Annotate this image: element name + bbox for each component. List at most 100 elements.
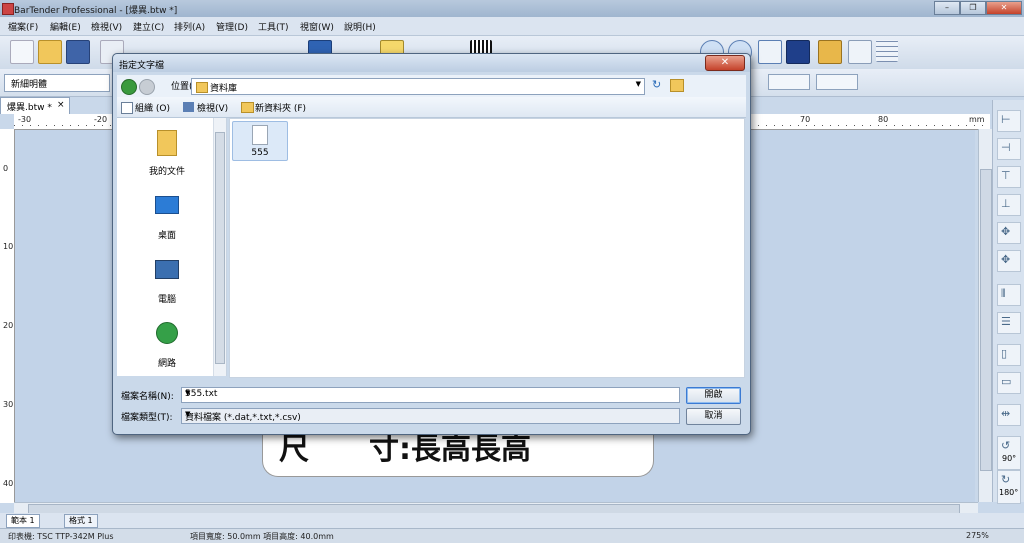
dialog-close-button[interactable]: ✕ bbox=[705, 55, 745, 71]
distribute-horizontal-icon[interactable]: ⫴ bbox=[997, 284, 1021, 306]
dialog-nav-bar: 位置(L): 資料庫 ▼ ↻ bbox=[117, 75, 746, 97]
menu-file[interactable]: 檔案(F) bbox=[8, 20, 38, 33]
window-title: BarTender Professional - [爆異.btw *] bbox=[14, 6, 178, 16]
new-folder-icon bbox=[241, 102, 254, 113]
menu-help[interactable]: 說明(H) bbox=[344, 20, 376, 33]
distribute-vertical-icon[interactable]: ☰ bbox=[997, 312, 1021, 334]
save-icon[interactable] bbox=[66, 40, 90, 64]
rotate-180-label: 180° bbox=[999, 488, 1019, 497]
filename-input[interactable]: 555.txt ▼ bbox=[181, 387, 680, 403]
align-top-icon[interactable]: ⊤ bbox=[997, 166, 1021, 188]
font-name: 新細明體 bbox=[11, 80, 48, 90]
ruler-icon[interactable] bbox=[818, 40, 842, 64]
status-bar: 印表機: TSC TTP-342M Plus 項目寬度: 50.0mm 項目高度… bbox=[0, 528, 1024, 543]
snap-icon[interactable] bbox=[848, 40, 872, 64]
views-icon bbox=[183, 102, 194, 112]
document-tab[interactable]: 爆異.btw * × bbox=[0, 97, 70, 114]
organize-button[interactable]: 組織 (O) bbox=[135, 101, 170, 114]
line-weight-select[interactable] bbox=[816, 74, 858, 90]
same-width-icon[interactable]: ▯ bbox=[997, 344, 1021, 366]
same-height-icon[interactable]: ▭ bbox=[997, 372, 1021, 394]
menu-create[interactable]: 建立(C) bbox=[133, 20, 164, 33]
views-button[interactable]: 檢視(V) bbox=[197, 101, 228, 114]
place-network[interactable]: 網路 bbox=[117, 318, 217, 370]
ruler-label: 40 bbox=[3, 479, 14, 488]
location-value: 資料庫 bbox=[210, 84, 238, 94]
filename-row: 檔案名稱(N): 555.txt ▼ 開啟 bbox=[121, 387, 741, 404]
places-scrollbar[interactable] bbox=[213, 118, 226, 376]
folder-icon bbox=[196, 82, 208, 93]
new-document-icon[interactable] bbox=[10, 40, 34, 64]
printer-status: 印表機: TSC TTP-342M Plus bbox=[8, 532, 114, 541]
align-left-icon[interactable]: ⊢ bbox=[997, 110, 1021, 132]
sheet-tabs-bar: 範本 1 格式 1 bbox=[0, 513, 1024, 528]
ruler-label: 20 bbox=[3, 321, 14, 330]
align-right-icon[interactable]: ⊣ bbox=[997, 138, 1021, 160]
menu-view[interactable]: 檢視(V) bbox=[91, 20, 122, 33]
dialog-title-bar: 指定文字檔 ✕ bbox=[113, 54, 750, 72]
vertical-scrollbar[interactable] bbox=[978, 129, 992, 502]
specify-text-file-dialog: 指定文字檔 ✕ 位置(L): 資料庫 ▼ ↻ 組織 (O) 檢視(V) 新資料夾… bbox=[112, 53, 751, 435]
file-name: 555 bbox=[251, 148, 269, 158]
title-bar: BarTender Professional - [爆異.btw *] – ❐ … bbox=[0, 0, 1024, 17]
ruler-label: 80 bbox=[878, 115, 889, 124]
sheet-tab-form[interactable]: 格式 1 bbox=[64, 514, 98, 528]
up-folder-icon[interactable] bbox=[670, 79, 684, 92]
center-vertical-icon[interactable]: ✥ bbox=[997, 250, 1021, 272]
place-computer[interactable]: 電腦 bbox=[117, 254, 217, 306]
place-label: 我的文件 bbox=[148, 167, 185, 177]
ruler-label: -30 bbox=[18, 115, 32, 124]
forward-icon[interactable] bbox=[139, 79, 155, 95]
cancel-button[interactable]: 取消 bbox=[686, 408, 741, 425]
refresh-icon[interactable]: ↻ bbox=[652, 79, 664, 91]
menu-arrange[interactable]: 排列(A) bbox=[174, 20, 205, 33]
filename-label: 檔案名稱(N): bbox=[121, 392, 174, 402]
documents-icon bbox=[157, 130, 177, 156]
place-label: 電腦 bbox=[157, 295, 176, 305]
ruler-label: 10 bbox=[3, 242, 14, 251]
close-button[interactable]: ✕ bbox=[986, 1, 1022, 15]
file-item[interactable]: 555 bbox=[232, 121, 288, 161]
scroll-thumb[interactable] bbox=[215, 132, 225, 364]
scroll-thumb[interactable] bbox=[980, 169, 992, 471]
align-bottom-icon[interactable]: ⊥ bbox=[997, 194, 1021, 216]
menu-window[interactable]: 視窗(W) bbox=[300, 20, 334, 33]
sheet-tab-template[interactable]: 範本 1 bbox=[6, 514, 40, 528]
spacing-icon[interactable]: ⇹ bbox=[997, 404, 1021, 426]
close-tab-icon[interactable]: × bbox=[57, 100, 65, 110]
open-folder-icon[interactable] bbox=[38, 40, 62, 64]
places-sidebar: 我的文件 桌面 電腦 網路 bbox=[117, 118, 227, 376]
new-folder-button[interactable]: 新資料夾 (F) bbox=[255, 101, 306, 114]
rotate-90-label: 90° bbox=[1002, 454, 1017, 463]
menu-tools[interactable]: 工具(T) bbox=[258, 20, 289, 33]
place-label: 桌面 bbox=[157, 231, 176, 241]
chevron-down-icon[interactable]: ▼ bbox=[636, 80, 641, 88]
zoom-icon[interactable] bbox=[758, 40, 782, 64]
open-button[interactable]: 開啟 bbox=[686, 387, 741, 404]
place-my-documents[interactable]: 我的文件 bbox=[117, 126, 217, 178]
rotate-180-icon[interactable]: ↻ 180° bbox=[997, 470, 1021, 504]
item-size-status: 項目寬度: 50.0mm 項目高度: 40.0mm bbox=[190, 532, 334, 541]
fit-page-icon[interactable] bbox=[786, 40, 810, 64]
back-icon[interactable] bbox=[121, 79, 137, 95]
ruler-unit: mm bbox=[969, 115, 985, 124]
place-desktop[interactable]: 桌面 bbox=[117, 190, 217, 242]
file-list: 555 bbox=[229, 118, 745, 378]
rotate-90-icon[interactable]: ↺ 90° bbox=[997, 436, 1021, 470]
menu-edit[interactable]: 編輯(E) bbox=[50, 20, 81, 33]
line-style-select[interactable] bbox=[768, 74, 810, 90]
vertical-ruler: 0 10 20 30 40 bbox=[0, 129, 15, 503]
ruler-label: 30 bbox=[3, 400, 14, 409]
minimize-button[interactable]: – bbox=[934, 1, 960, 15]
location-select[interactable]: 資料庫 ▼ bbox=[191, 78, 645, 95]
center-horizontal-icon[interactable]: ✥ bbox=[997, 222, 1021, 244]
chevron-down-icon[interactable]: ▼ bbox=[185, 410, 677, 418]
chevron-down-icon[interactable]: ▼ bbox=[185, 389, 677, 397]
maximize-button[interactable]: ❐ bbox=[960, 1, 986, 15]
organize-icon bbox=[121, 102, 133, 114]
grid-icon[interactable] bbox=[876, 40, 898, 62]
font-select[interactable]: 新細明體 bbox=[4, 74, 110, 92]
menu-manage[interactable]: 管理(D) bbox=[216, 20, 248, 33]
filetype-select[interactable]: 資料檔案 (*.dat,*.txt,*.csv) ▼ bbox=[181, 408, 680, 424]
filetype-row: 檔案類型(T): 資料檔案 (*.dat,*.txt,*.csv) ▼ 取消 bbox=[121, 408, 741, 425]
